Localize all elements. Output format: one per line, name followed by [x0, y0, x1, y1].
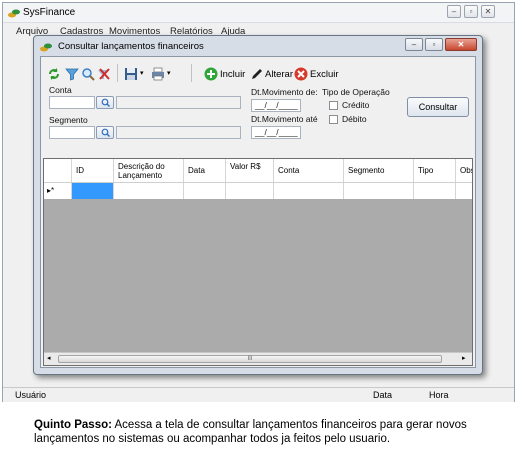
- clear-filter-icon[interactable]: [97, 67, 111, 81]
- dt-movimento-de-label: Dt.Movimento de:: [251, 87, 318, 97]
- status-user: Usuário: [15, 390, 47, 400]
- column-header-tipo[interactable]: Tipo: [414, 159, 456, 182]
- child-maximize-button[interactable]: ▫: [425, 38, 443, 51]
- credito-checkbox[interactable]: [329, 101, 338, 110]
- column-header-descricao[interactable]: Descrição do Lançamento: [114, 159, 184, 182]
- status-time: Hora: [429, 390, 449, 400]
- row-marker: ▸*: [44, 183, 72, 199]
- debito-label: Débito: [342, 114, 367, 124]
- column-header-valor[interactable]: Valor R$: [226, 159, 274, 182]
- search-icon[interactable]: [81, 67, 95, 81]
- horizontal-scrollbar[interactable]: ◂ III ▸: [44, 352, 472, 365]
- status-date: Data: [373, 390, 393, 400]
- child-minimize-button[interactable]: –: [405, 38, 423, 51]
- save-icon[interactable]: [124, 67, 138, 81]
- scrollbar-thumb[interactable]: III: [58, 355, 442, 363]
- table-row[interactable]: ▸*: [44, 182, 472, 199]
- print-icon[interactable]: [151, 67, 165, 81]
- child-titlebar: Consultar lançamentos financeiros – ▫ ✕: [34, 36, 482, 56]
- child-title: Consultar lançamentos financeiros: [58, 41, 204, 52]
- excluir-button[interactable]: Excluir: [310, 69, 339, 80]
- print-dropdown-icon[interactable]: ▾: [167, 69, 171, 77]
- column-header-data[interactable]: Data: [184, 159, 226, 182]
- table-cell-segmento[interactable]: [344, 183, 414, 199]
- caption: Quinto Passo: Acessa a tela de consultar…: [34, 418, 504, 446]
- tipo-operacao-label: Tipo de Operação: [322, 87, 390, 97]
- segmento-description-field: [116, 126, 241, 139]
- add-icon[interactable]: [204, 67, 218, 81]
- conta-label: Conta: [49, 85, 72, 95]
- dt-movimento-ate-label: Dt.Movimento até: [251, 114, 318, 124]
- filter-icon[interactable]: [65, 67, 79, 81]
- lancamentos-grid[interactable]: ID Descrição do Lançamento Data Valor R$…: [43, 158, 473, 366]
- column-header-segmento[interactable]: Segmento: [344, 159, 414, 182]
- toolbar-separator: [117, 64, 118, 82]
- table-cell-valor[interactable]: [226, 183, 274, 199]
- child-client-area: ▾ ▾ Incluir Alterar Excluir Conta Segmen…: [40, 56, 476, 368]
- dt-movimento-de-input[interactable]: __/__/____: [251, 99, 301, 112]
- column-header-observacao[interactable]: Obse: [456, 159, 472, 182]
- scroll-right-icon[interactable]: ▸: [462, 354, 466, 362]
- column-header-id[interactable]: ID: [72, 159, 114, 182]
- minimize-button[interactable]: –: [447, 5, 461, 18]
- table-cell-conta[interactable]: [274, 183, 344, 199]
- save-dropdown-icon[interactable]: ▾: [140, 69, 144, 77]
- table-cell-tipo[interactable]: [414, 183, 456, 199]
- maximize-button[interactable]: ▫: [464, 5, 478, 18]
- consultar-button[interactable]: Consultar: [407, 97, 469, 117]
- credito-label: Crédito: [342, 100, 370, 110]
- delete-icon[interactable]: [294, 67, 308, 81]
- incluir-button[interactable]: Incluir: [220, 69, 245, 80]
- alterar-button[interactable]: Alterar: [265, 69, 293, 80]
- row-header-corner: [44, 159, 72, 182]
- app-titlebar: SysFinance – ▫ ✕: [3, 3, 514, 23]
- column-header-conta[interactable]: Conta: [274, 159, 344, 182]
- coins-icon: [8, 9, 20, 18]
- table-cell-id[interactable]: [72, 183, 114, 199]
- table-cell-data[interactable]: [184, 183, 226, 199]
- close-button[interactable]: ✕: [481, 5, 495, 18]
- search-icon: [101, 128, 110, 137]
- conta-description-field: [116, 96, 241, 109]
- pencil-icon[interactable]: [250, 67, 264, 81]
- segmento-code-input[interactable]: [49, 126, 95, 139]
- coins-icon: [40, 43, 52, 52]
- dt-movimento-ate-input[interactable]: __/__/____: [251, 126, 301, 139]
- debito-checkbox[interactable]: [329, 115, 338, 124]
- segmento-search-button[interactable]: [96, 126, 114, 139]
- grid-header: ID Descrição do Lançamento Data Valor R$…: [44, 159, 472, 182]
- conta-search-button[interactable]: [96, 96, 114, 109]
- app-title: SysFinance: [23, 7, 76, 18]
- child-close-button[interactable]: ✕: [445, 38, 477, 51]
- segmento-label: Segmento: [49, 115, 88, 125]
- statusbar: Usuário Data Hora: [3, 387, 514, 402]
- refresh-icon[interactable]: [47, 67, 61, 81]
- search-icon: [101, 98, 110, 107]
- conta-code-input[interactable]: [49, 96, 95, 109]
- scroll-left-icon[interactable]: ◂: [47, 354, 51, 362]
- table-cell-observacao[interactable]: [456, 183, 472, 199]
- consultar-window: Consultar lançamentos financeiros – ▫ ✕: [33, 35, 483, 375]
- table-cell-descricao[interactable]: [114, 183, 184, 199]
- toolbar-separator: [191, 64, 192, 82]
- caption-label: Quinto Passo:: [34, 419, 112, 431]
